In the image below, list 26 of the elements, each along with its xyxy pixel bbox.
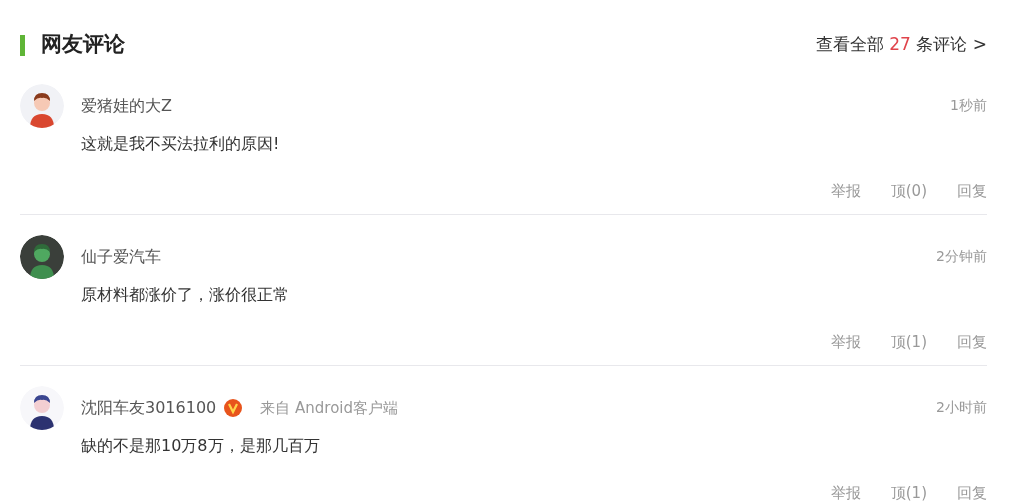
comment-action[interactable]: 顶(0) <box>890 179 927 202</box>
comment-action[interactable]: 顶(1) <box>890 330 927 353</box>
comment-time: 2分钟前 <box>936 247 987 267</box>
username[interactable]: 沈阳车友3016100 <box>81 395 217 420</box>
username[interactable]: 仙子爱汽车 <box>81 244 161 269</box>
comment-time: 1秒前 <box>950 96 987 116</box>
section-title: 网友评论 <box>41 31 125 59</box>
comment-time: 2小时前 <box>936 398 987 418</box>
comment-action[interactable]: 回复 <box>957 330 987 353</box>
comment-action[interactable]: 举报 <box>830 179 861 202</box>
comment-text: 这就是我不买法拉利的原因! <box>81 132 281 155</box>
view-all-link[interactable]: 查看全部 27 条评论 > <box>815 32 987 58</box>
comment-action[interactable]: 举报 <box>830 481 861 503</box>
comment-action[interactable]: 顶(1) <box>890 481 927 503</box>
comment-source: 来自 Android客户端 <box>260 397 399 419</box>
username[interactable]: 爱猪娃的大Z <box>81 93 172 118</box>
verified-badge-icon <box>224 398 243 417</box>
comment-action[interactable]: 回复 <box>957 179 987 202</box>
avatar-icon <box>20 84 64 128</box>
comment-action[interactable]: 回复 <box>957 481 987 503</box>
avatar-icon <box>20 386 64 430</box>
comment-action[interactable]: 举报 <box>830 330 861 353</box>
avatar-icon <box>20 235 64 279</box>
accent-bar <box>20 34 25 56</box>
comment-text: 缺的不是那10万8万，是那几百万 <box>81 434 321 457</box>
comment-text: 原材料都涨价了，涨价很正常 <box>81 283 290 306</box>
